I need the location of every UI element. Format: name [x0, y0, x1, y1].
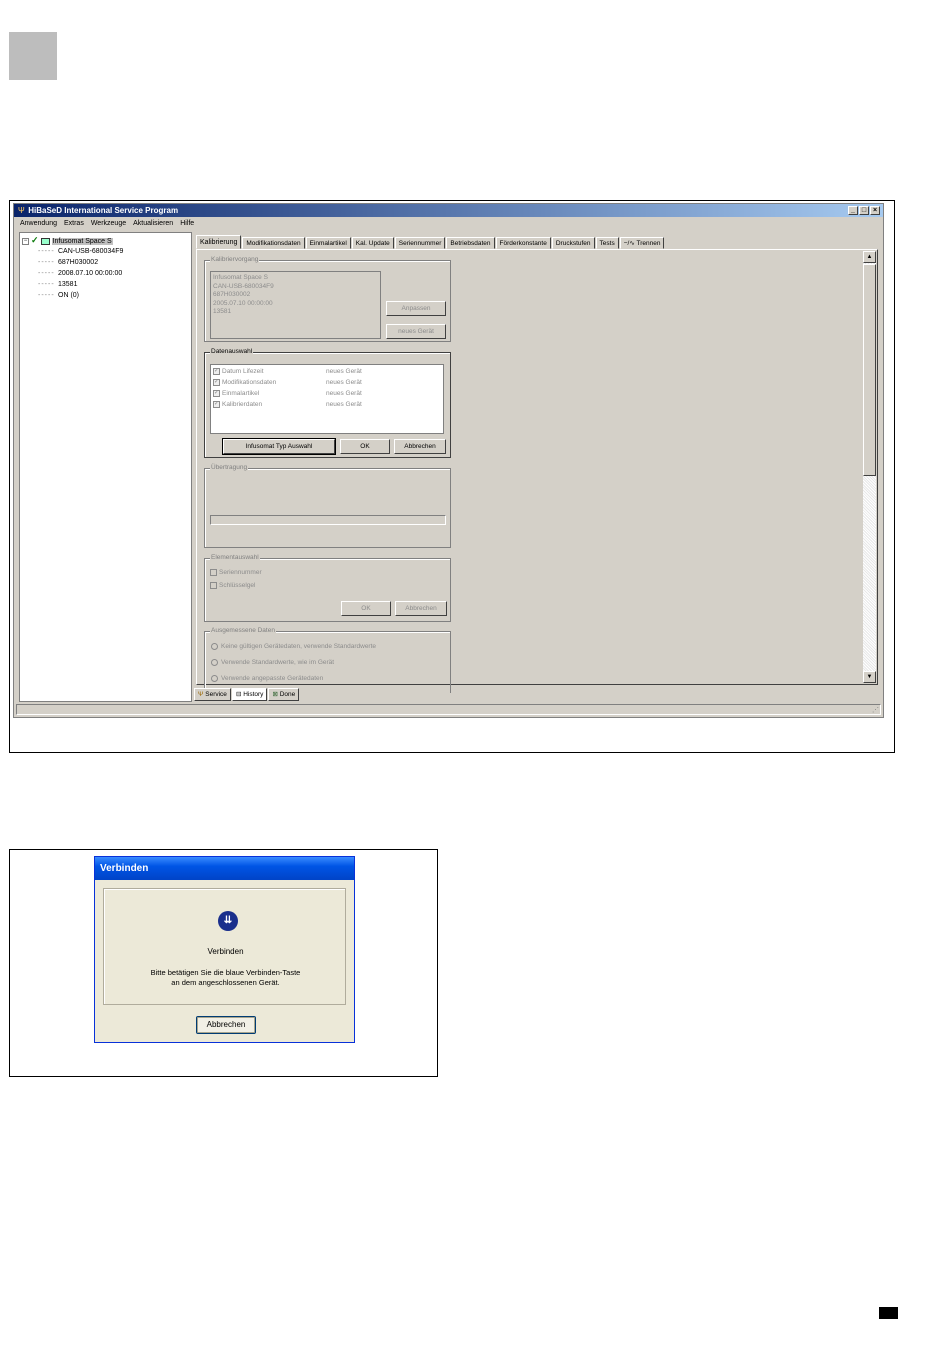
group-title: Übertragung: [210, 464, 249, 472]
tree-root-label: Infusomat Space S: [51, 238, 113, 245]
infusomat-typ-auswahl-button[interactable]: Infusomat Typ Auswahl: [222, 438, 336, 455]
radio-option[interactable]: Verwende Standardwerte, wie im Gerät: [211, 658, 334, 668]
tab-trennen[interactable]: −/∿ Trennen: [619, 237, 665, 249]
radio-option[interactable]: Keine gültigen Gerätedaten, verwende Sta…: [211, 642, 376, 652]
list-item[interactable]: ✓ Datum Lifezeit neues Gerät: [213, 366, 362, 377]
list-item[interactable]: ✓ Einmalartikel neues Gerät: [213, 388, 362, 399]
device-info-box: Infusomat Space S CAN-USB-680034F9 687H0…: [210, 271, 381, 339]
status-bar: [16, 704, 881, 715]
abbrechen-button[interactable]: Abbrechen: [394, 439, 446, 454]
tab-history[interactable]: ⊟ History: [231, 688, 268, 701]
group-title: Kalibriervorgang: [210, 256, 260, 264]
checkbox-checked-icon: ✓: [213, 367, 220, 375]
checkbox-checked-icon: ✓: [213, 378, 220, 386]
menu-extras[interactable]: Extras: [64, 218, 84, 230]
group-ausgemessene-daten: Ausgemessene Daten Keine gültigen Geräte…: [204, 627, 451, 693]
tree-root-item[interactable]: − ✓ Infusomat Space S: [22, 235, 113, 245]
tab-foerderkonstante[interactable]: Förderkonstante: [495, 237, 551, 249]
vertical-scrollbar[interactable]: ▲ ▼: [863, 251, 876, 683]
tab-tests[interactable]: Tests: [595, 237, 619, 249]
tab-seriennummer[interactable]: Seriennummer: [394, 237, 446, 249]
seriennummer-checkbox[interactable]: Seriennummer: [210, 567, 262, 578]
group-title: Ausgemessene Daten: [210, 627, 276, 635]
tab-kalibrierung[interactable]: Kalibrierung: [196, 235, 242, 249]
dialog-title: Verbinden: [95, 857, 354, 880]
group-datenauswahl: Datenauswahl ✓ Datum Lifezeit neues Gerät …: [204, 348, 451, 458]
connect-icon: ⇊: [218, 911, 238, 931]
element-abbrechen-button[interactable]: Abbrechen: [395, 601, 447, 616]
data-selection-list[interactable]: ✓ Datum Lifezeit neues Gerät ✓ Modifikation…: [210, 364, 444, 434]
tree-item[interactable]: ----- 687H030002: [38, 257, 98, 268]
collapse-icon[interactable]: −: [22, 237, 29, 245]
minimize-button[interactable]: _: [848, 206, 858, 215]
tree-item[interactable]: ----- 13581: [38, 279, 77, 290]
resize-grip-icon[interactable]: ⋰: [872, 706, 879, 714]
tab-kal-update[interactable]: Kal. Update: [351, 237, 394, 249]
radio-option[interactable]: Verwende angepasste Gerätedaten: [211, 674, 323, 684]
menu-hilfe[interactable]: Hilfe: [180, 218, 194, 230]
tab-strip: Kalibrierung Modifikationsdaten Einmalar…: [196, 235, 665, 249]
neues-geraet-button[interactable]: neues Gerät: [386, 324, 446, 339]
app-window: Ψ HiBaSeD International Service Program …: [13, 203, 884, 718]
group-kalibriervorgang: Kalibriervorgang Infusomat Space S CAN-U…: [204, 256, 451, 342]
checkbox-checked-icon: ✓: [213, 400, 220, 408]
connect-dialog: Verbinden ⇊ Verbinden Bitte betätigen Si…: [94, 856, 355, 1043]
title-bar: Ψ HiBaSeD International Service Program …: [14, 204, 883, 217]
bottom-tab-strip: Ψ Service ⊟ History ⊠ Done: [194, 688, 300, 702]
tab-panel: Kalibriervorgang Infusomat Space S CAN-U…: [196, 249, 878, 693]
checkmark-icon: ✓: [31, 235, 39, 245]
schluesselgel-checkbox[interactable]: Schlüsselgel: [210, 580, 256, 591]
tab-modifikationsdaten[interactable]: Modifikationsdaten: [242, 237, 305, 249]
checkbox-checked-icon: ✓: [213, 389, 220, 397]
ok-button[interactable]: OK: [340, 439, 390, 454]
dialog-message: Bitte betätigen Sie die blaue Verbinden-…: [150, 968, 301, 987]
group-title: Datenauswahl: [210, 348, 254, 356]
group-elementauswahl: Elementauswahl Seriennummer Schlüsselgel…: [204, 554, 451, 622]
page-tab-marker: [879, 1307, 898, 1319]
anpassen-button[interactable]: Anpassen: [386, 301, 446, 316]
corner-marker: [9, 32, 57, 80]
menu-anwendung[interactable]: Anwendung: [20, 218, 57, 230]
radio-icon: [211, 642, 218, 650]
tab-done[interactable]: ⊠ Done: [268, 688, 300, 701]
dialog-abbrechen-button[interactable]: Abbrechen: [196, 1016, 256, 1034]
tab-betriebsdaten[interactable]: Betriebsdaten: [446, 237, 495, 249]
group-uebertragung: Übertragung: [204, 464, 451, 548]
transfer-progress-bar: [210, 515, 446, 525]
dialog-heading: Verbinden: [207, 947, 244, 956]
list-item[interactable]: ✓ Kalibrierdaten neues Gerät: [213, 399, 362, 410]
tab-service[interactable]: Ψ Service: [194, 688, 231, 701]
tree-item[interactable]: ----- 2008.07.10 00:00:00: [38, 268, 122, 279]
menu-bar: Anwendung Extras Werkzeuge Aktualisieren…: [14, 218, 194, 230]
checkbox-icon: [210, 581, 217, 589]
disconnect-icon: −/∿: [623, 240, 637, 247]
menu-aktualisieren[interactable]: Aktualisieren: [133, 218, 173, 230]
scroll-thumb[interactable]: [863, 264, 876, 476]
checkbox-icon: [210, 568, 217, 576]
group-title: Elementauswahl: [210, 554, 260, 562]
window-title: HiBaSeD International Service Program: [28, 206, 179, 215]
tab-einmalartikel[interactable]: Einmalartikel: [305, 237, 351, 249]
scroll-down-icon[interactable]: ▼: [863, 671, 876, 683]
tree-item[interactable]: ----- ON (0): [38, 290, 79, 301]
app-tools-icon: Ψ: [18, 206, 25, 215]
device-tree[interactable]: − ✓ Infusomat Space S ----- CAN-USB-680034F…: [19, 232, 192, 702]
list-item[interactable]: ✓ Modifikationsdaten neues Gerät: [213, 377, 362, 388]
scroll-up-icon[interactable]: ▲: [863, 251, 876, 263]
radio-icon: [211, 674, 218, 682]
done-icon: ⊠: [272, 691, 280, 698]
tree-item[interactable]: ----- CAN-USB-680034F9: [38, 246, 123, 257]
element-ok-button[interactable]: OK: [341, 601, 391, 616]
menu-werkzeuge[interactable]: Werkzeuge: [91, 218, 126, 230]
device-icon: [40, 237, 50, 245]
close-button[interactable]: ×: [870, 206, 880, 215]
tab-druckstufen[interactable]: Druckstufen: [551, 237, 595, 249]
maximize-button[interactable]: □: [859, 206, 869, 215]
dialog-content: ⇊ Verbinden Bitte betätigen Sie die blau…: [103, 888, 346, 1005]
radio-icon: [211, 658, 218, 666]
